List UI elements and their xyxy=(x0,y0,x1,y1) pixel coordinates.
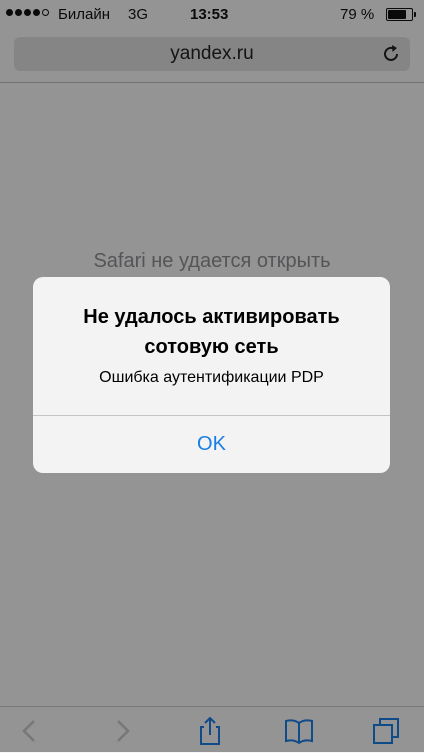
alert-dialog: Не удалось активировать сотовую сеть Оши… xyxy=(33,277,390,473)
ok-button[interactable]: OK xyxy=(33,416,390,473)
alert-message: Ошибка аутентификации PDP xyxy=(99,369,324,386)
alert-title: Не удалось активировать сотовую сеть xyxy=(83,306,340,358)
